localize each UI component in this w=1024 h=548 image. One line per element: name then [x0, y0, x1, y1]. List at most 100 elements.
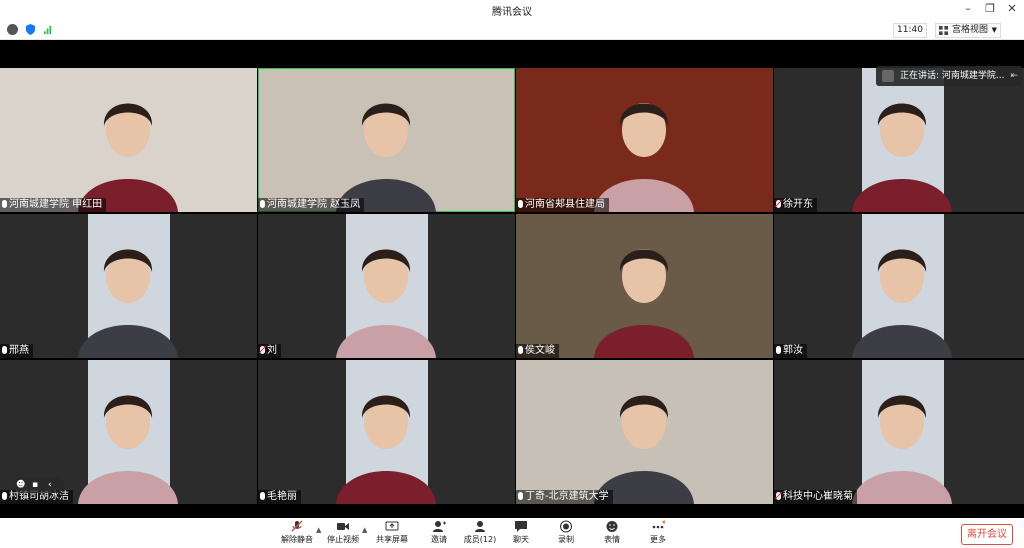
more-label: 更多: [650, 535, 666, 544]
signal-icon[interactable]: [43, 24, 54, 35]
video-tile[interactable]: 河南城建学院 申红田: [0, 68, 257, 212]
video-tile[interactable]: 侯文峻: [516, 214, 773, 358]
view-mode-dropdown[interactable]: 宫格视图 ▼: [935, 23, 1001, 38]
participant-name: 侯文峻: [525, 345, 555, 356]
mic-muted-icon: [260, 346, 265, 354]
leave-meeting-button[interactable]: 离开会议: [961, 524, 1013, 545]
chat-button[interactable]: 聊天: [501, 520, 541, 548]
video-tile[interactable]: 邢燕: [0, 214, 257, 358]
share-screen-icon: [385, 521, 399, 531]
meeting-info-bar: 11:40 宫格视图 ▼: [0, 20, 1024, 55]
stop-video-button[interactable]: 停止视频: [323, 520, 363, 548]
share-screen-button[interactable]: 共享屏幕: [372, 520, 412, 548]
participant-name: 丁奇-北京建筑大学: [525, 491, 609, 502]
participant-nameplate: 河南省郏县住建局: [516, 198, 609, 212]
chevron-left-icon[interactable]: ‹: [48, 477, 52, 493]
reaction-button[interactable]: 表情: [592, 520, 632, 548]
mic-icon: [260, 492, 265, 500]
participant-name: 刘: [267, 345, 277, 356]
participant-nameplate: 河南城建学院 申红田: [0, 198, 107, 212]
video-tile[interactable]: 丁奇-北京建筑大学: [516, 360, 773, 504]
mic-muted-icon: [776, 492, 781, 500]
members-icon: [475, 521, 485, 532]
video-tile[interactable]: 徐开东: [774, 68, 1024, 212]
stop-video-label: 停止视频: [327, 535, 359, 544]
participant-nameplate: 毛艳丽: [258, 490, 301, 504]
smiley-icon: [606, 521, 618, 532]
video-tile[interactable]: 郭汝: [774, 214, 1024, 358]
participant-nameplate: 徐开东: [774, 198, 817, 212]
participant-video: [258, 68, 515, 212]
record-icon: [560, 520, 572, 533]
participant-name: 河南城建学院 赵玉凤: [267, 199, 361, 210]
participant-video: [258, 214, 515, 358]
active-speaker-indicator[interactable]: 正在讲话: 河南城建学院... ⇤: [876, 66, 1022, 86]
mic-icon: [2, 346, 7, 354]
participant-video: [516, 214, 773, 358]
chat-icon: [515, 521, 527, 532]
participant-video: [774, 214, 1024, 358]
more-button[interactable]: 更多: [638, 520, 678, 548]
info-icon[interactable]: [7, 24, 18, 35]
participant-nameplate: 侯文峻: [516, 344, 559, 358]
reaction-label: 表情: [604, 535, 620, 544]
avatar: [882, 70, 894, 82]
invite-button[interactable]: 邀请: [419, 520, 459, 548]
members-button[interactable]: 成员(12): [460, 520, 500, 548]
close-icon[interactable]: ✕: [1004, 2, 1020, 15]
expand-icon: ⇤: [1010, 71, 1018, 81]
video-tile[interactable]: 河南省郏县住建局: [516, 68, 773, 212]
participant-name: 郭汝: [783, 345, 803, 356]
mic-icon: [518, 346, 523, 354]
shield-icon[interactable]: [25, 24, 36, 35]
chat-bubble-icon[interactable]: ▪: [32, 477, 38, 493]
emoji-icon[interactable]: ☻: [16, 477, 25, 493]
active-speaker-label: 正在讲话: 河南城建学院...: [900, 71, 1005, 81]
participant-nameplate: 邢燕: [0, 344, 33, 358]
unmute-label: 解除静音: [281, 535, 313, 544]
participant-video: [0, 214, 257, 358]
app-title: 腾讯会议: [492, 7, 532, 18]
chevron-up-icon[interactable]: ▲: [316, 526, 321, 534]
floating-controls[interactable]: ☻ ▪ ‹: [12, 477, 64, 493]
participant-name: 徐开东: [783, 199, 813, 210]
video-tile[interactable]: 毛艳丽: [258, 360, 515, 504]
record-label: 录制: [558, 535, 574, 544]
record-button[interactable]: 录制: [546, 520, 586, 548]
members-label: 成员(12): [463, 535, 497, 544]
mic-icon: [518, 200, 523, 208]
participant-video: [258, 360, 515, 504]
mic-muted-icon: [291, 520, 303, 532]
add-person-icon: [433, 521, 446, 532]
mic-icon: [518, 492, 523, 500]
participant-nameplate: 郭汝: [774, 344, 807, 358]
title-bar: 腾讯会议 – ❐ ✕: [0, 0, 1024, 20]
mic-icon: [776, 346, 781, 354]
mic-muted-icon: [776, 200, 781, 208]
grid-icon: [939, 26, 948, 35]
video-camera-icon: [337, 523, 349, 530]
video-tile[interactable]: 科技中心崔晓菊: [774, 360, 1024, 504]
participant-name: 邢燕: [9, 345, 29, 356]
video-tile[interactable]: 河南城建学院 赵玉凤: [258, 68, 515, 212]
mic-icon: [2, 200, 7, 208]
participant-nameplate: 刘: [258, 344, 281, 358]
participant-nameplate: 河南城建学院 赵玉凤: [258, 198, 365, 212]
participant-name: 河南省郏县住建局: [525, 199, 605, 210]
unmute-button[interactable]: 解除静音: [277, 520, 317, 548]
mic-icon: [2, 492, 7, 500]
participant-name: 毛艳丽: [267, 491, 297, 502]
participant-video: [516, 68, 773, 212]
minimize-icon[interactable]: –: [960, 2, 976, 15]
more-icon: [652, 520, 665, 529]
meeting-time: 11:40: [893, 23, 927, 38]
invite-label: 邀请: [431, 535, 447, 544]
maximize-icon[interactable]: ❐: [982, 2, 998, 15]
participant-video: [0, 68, 257, 212]
chevron-up-icon[interactable]: ▲: [362, 526, 367, 534]
view-mode-label: 宫格视图: [952, 25, 989, 35]
share-screen-label: 共享屏幕: [376, 535, 408, 544]
video-tile[interactable]: 刘: [258, 214, 515, 358]
participant-video: [774, 360, 1024, 504]
mic-icon: [260, 200, 265, 208]
